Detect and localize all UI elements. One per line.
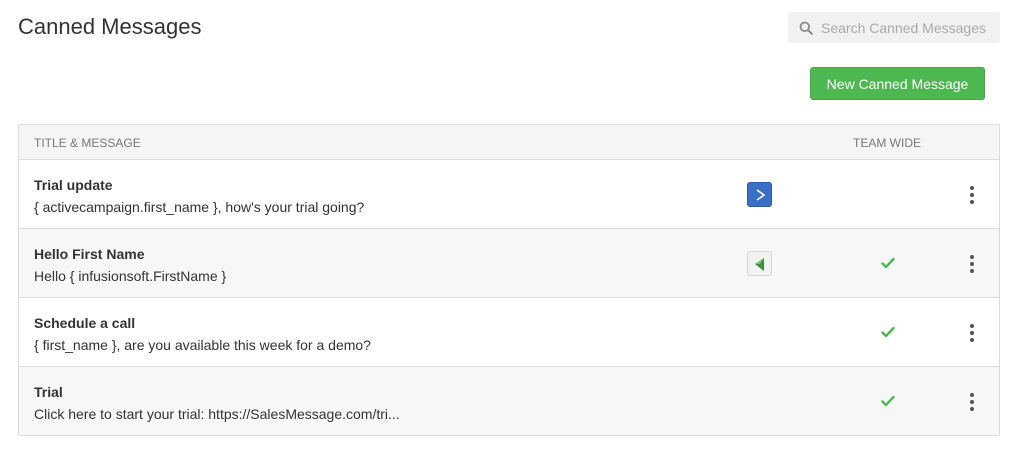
message-title: Trial xyxy=(34,384,63,400)
row-menu-button[interactable] xyxy=(965,253,979,275)
message-title: Hello First Name xyxy=(34,246,145,262)
team-wide-check-icon xyxy=(881,395,895,407)
column-header-title-message: TITLE & MESSAGE xyxy=(34,136,141,150)
canned-messages-page: Canned Messages New Canned Message TITLE… xyxy=(0,0,1024,452)
table-row[interactable]: Trial update { activecampaign.first_name… xyxy=(19,160,999,229)
message-title: Trial update xyxy=(34,177,113,193)
kebab-dot xyxy=(970,269,974,273)
message-body: { first_name }, are you available this w… xyxy=(34,337,371,353)
row-menu-button[interactable] xyxy=(965,391,979,413)
kebab-dot xyxy=(970,338,974,342)
kebab-dot xyxy=(970,262,974,266)
kebab-dot xyxy=(970,393,974,397)
table-row[interactable]: Hello First Name Hello { infusionsoft.Fi… xyxy=(19,229,999,298)
message-body: { activecampaign.first_name }, how's you… xyxy=(34,199,365,215)
search-input[interactable] xyxy=(821,19,1000,36)
kebab-dot xyxy=(970,324,974,328)
kebab-dot xyxy=(970,186,974,190)
table-row[interactable]: Trial Click here to start your trial: ht… xyxy=(19,367,999,435)
kebab-dot xyxy=(970,407,974,411)
kebab-dot xyxy=(970,193,974,197)
column-header-team-wide: TEAM WIDE xyxy=(853,136,921,150)
kebab-dot xyxy=(970,255,974,259)
search-box[interactable] xyxy=(788,12,1000,43)
search-icon xyxy=(799,21,813,35)
table-header: TITLE & MESSAGE TEAM WIDE xyxy=(19,125,999,160)
team-wide-check-icon xyxy=(881,257,895,269)
message-body: Hello { infusionsoft.FirstName } xyxy=(34,268,227,284)
message-body: Click here to start your trial: https://… xyxy=(34,406,400,422)
row-menu-button[interactable] xyxy=(965,322,979,344)
new-canned-message-button[interactable]: New Canned Message xyxy=(810,67,985,100)
row-menu-button[interactable] xyxy=(965,184,979,206)
team-wide-check-icon xyxy=(881,326,895,338)
kebab-dot xyxy=(970,331,974,335)
kebab-dot xyxy=(970,200,974,204)
canned-messages-table: TITLE & MESSAGE TEAM WIDE Trial update {… xyxy=(18,124,1000,436)
kebab-dot xyxy=(970,400,974,404)
message-title: Schedule a call xyxy=(34,315,136,331)
activecampaign-icon xyxy=(747,182,772,207)
infusionsoft-icon xyxy=(747,251,772,276)
table-row[interactable]: Schedule a call { first_name }, are you … xyxy=(19,298,999,367)
page-title: Canned Messages xyxy=(18,14,202,39)
